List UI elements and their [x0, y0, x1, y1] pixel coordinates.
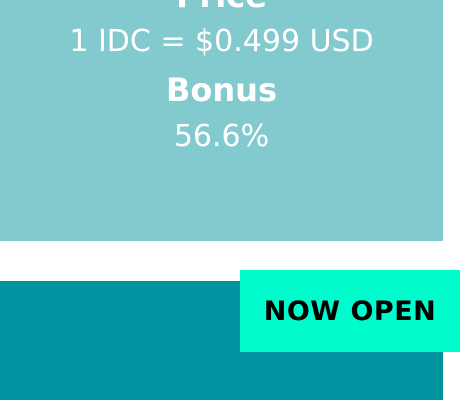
- price-value: 1 IDC = $0.499 USD: [69, 24, 374, 59]
- status-badge-label: NOW OPEN: [263, 295, 437, 327]
- page: Price 1 IDC = $0.499 USD Bonus 56.6% NOW…: [0, 0, 460, 400]
- now-open-badge: NOW OPEN: [240, 270, 460, 352]
- price-heading: Price: [0, 0, 443, 12]
- bonus-value: 56.6%: [173, 119, 270, 154]
- price-card: Price 1 IDC = $0.499 USD Bonus 56.6%: [0, 0, 443, 241]
- bonus-heading: Bonus: [166, 71, 277, 109]
